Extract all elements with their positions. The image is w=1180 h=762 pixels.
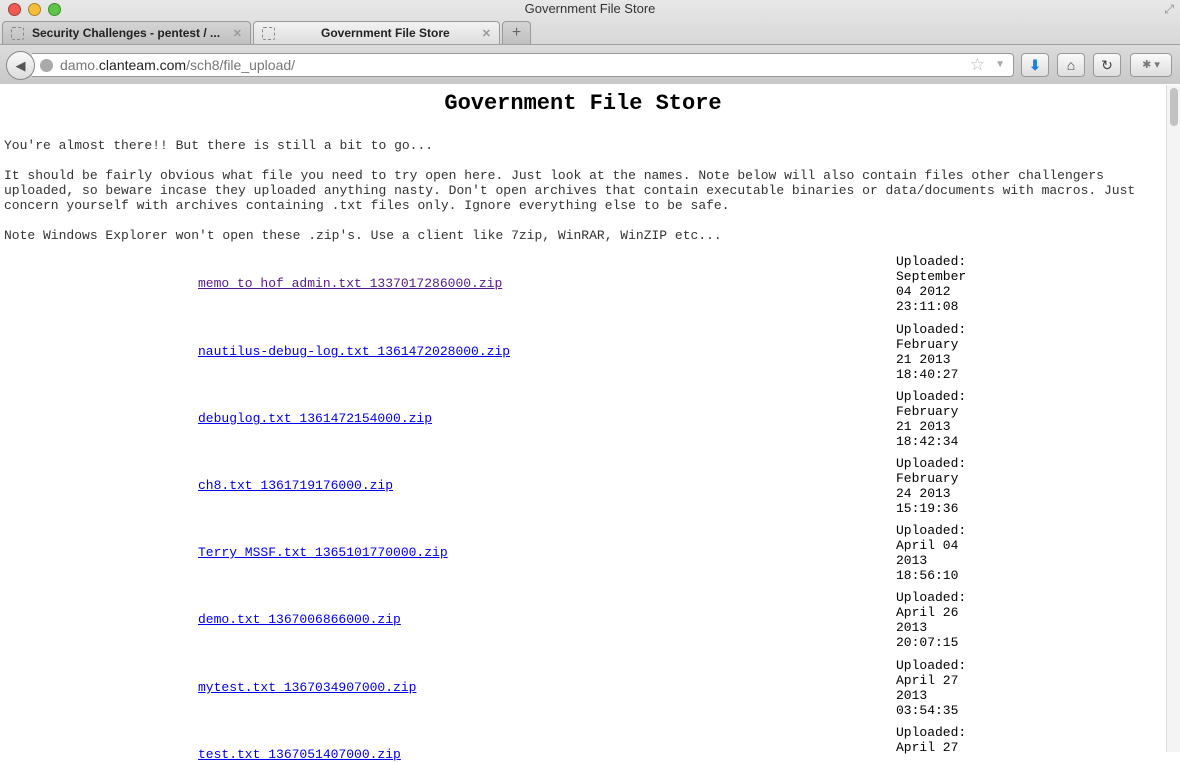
upload-date-line: 24 2013 [896,486,951,501]
upload-date: Uploaded: April 26 2013 20:07:15 [896,590,976,650]
favicon-icon [262,26,275,40]
upload-date-line: 04 2012 [896,284,951,299]
upload-label: Uploaded: [896,658,967,673]
upload-date-line: 21 2013 [896,419,951,434]
fullscreen-icon[interactable]: ⤢ [1164,2,1174,17]
upload-date: Uploaded: April 04 2013 18:56:10 [896,523,976,583]
upload-time: 23:11:08 [896,299,959,314]
tab-government-file-store[interactable]: Government File Store ✕ [253,21,500,44]
upload-date: Uploaded: February 21 2013 18:40:27 [896,322,976,382]
scrollbar-thumb[interactable] [1170,88,1178,126]
file-link[interactable]: demo.txt_1367006866000.zip [198,613,401,626]
upload-label: Uploaded: [896,456,967,471]
upload-date-line: 2013 [896,620,928,635]
close-tab-icon[interactable]: ✕ [482,27,491,40]
upload-date-line: February [896,404,959,419]
upload-date-line: February [896,471,959,486]
file-link[interactable]: nautilus-debug-log.txt_1361472028000.zip [198,345,510,358]
navigation-bar: damo.clanteam.com/sch8/file_upload/ ☆ ▼ … [0,44,1180,84]
file-link[interactable]: ch8.txt_1361719176000.zip [198,479,393,492]
upload-date: Uploaded: September 04 2012 23:11:08 [896,254,976,314]
url-subdomain: damo. [60,57,99,73]
downloads-button[interactable]: ⬇ [1021,53,1049,77]
upload-date-line: September [896,269,967,284]
url-domain: clanteam.com [98,57,187,73]
window-title: Government File Store [524,1,656,16]
bookmark-star-icon[interactable]: ☆ [970,54,985,76]
vertical-scrollbar[interactable] [1166,85,1180,752]
tab-label: Security Challenges - pentest / ... [32,26,221,40]
file-link[interactable]: memo_to_hof_admin.txt_1337017286000.zip [198,277,502,290]
upload-date: Uploaded: April 27 2013 03:54:35 [896,658,976,718]
file-link[interactable]: mytest.txt_1367034907000.zip [198,681,416,694]
extension-menu-button[interactable]: ✱ ▾ [1130,53,1172,77]
browser-chrome: Government File Store ⤢ Security Challen… [0,0,1180,84]
upload-date: Uploaded: February 24 2013 15:19:36 [896,456,976,516]
close-tab-icon[interactable]: ✕ [233,27,242,40]
upload-date-line: 21 2013 [896,352,951,367]
upload-time: 18:40:27 [896,367,959,382]
upload-date-line: April 27 [896,740,959,755]
reload-button[interactable]: ↻ [1093,53,1121,77]
upload-date-line: 2013 [896,553,928,568]
upload-label: Uploaded: [896,590,967,605]
upload-time: 18:56:10 [896,568,959,583]
new-tab-button[interactable]: + [502,21,531,44]
upload-label: Uploaded: [896,322,967,337]
upload-date-line: April 27 [896,673,959,688]
file-link[interactable]: Terry_MSSF.txt_1365101770000.zip [198,546,448,559]
intro-text: You're almost there!! But there is still… [4,138,434,153]
upload-date-line: April 04 [896,538,959,553]
upload-time: 18:42:34 [896,434,959,449]
upload-time: 03:54:35 [896,703,959,718]
upload-time: 15:19:36 [896,501,959,516]
upload-date-line: April 26 [896,605,959,620]
instructions-text: It should be fairly obvious what file yo… [4,168,1136,213]
globe-icon [40,59,53,72]
upload-date-line: February [896,337,959,352]
address-bar[interactable]: damo.clanteam.com/sch8/file_upload/ ☆ ▼ [32,53,1014,77]
upload-label: Uploaded: [896,725,967,740]
url-path: /sch8/file_upload/ [186,57,296,73]
favicon-icon [11,26,24,40]
file-link[interactable]: debuglog.txt_1361472154000.zip [198,412,432,425]
home-button[interactable]: ⌂ [1057,53,1085,77]
upload-time: 20:07:15 [896,635,959,650]
tab-label: Government File Store [321,26,450,40]
back-button[interactable]: ◀ [6,51,35,80]
upload-label: Uploaded: [896,389,967,404]
tab-security-challenges[interactable]: Security Challenges - pentest / ... ✕ [2,21,251,44]
note-text: Note Windows Explorer won't open these .… [4,228,722,243]
upload-date-line: 2013 [896,688,928,703]
page-title: Government File Store [444,91,722,116]
upload-date: Uploaded: February 21 2013 18:42:34 [896,389,976,449]
upload-label: Uploaded: [896,523,967,538]
upload-label: Uploaded: [896,254,967,269]
file-link[interactable]: test.txt_1367051407000.zip [198,748,401,761]
history-dropdown-icon[interactable]: ▼ [995,54,1005,76]
upload-date: Uploaded: April 27 [896,725,976,755]
